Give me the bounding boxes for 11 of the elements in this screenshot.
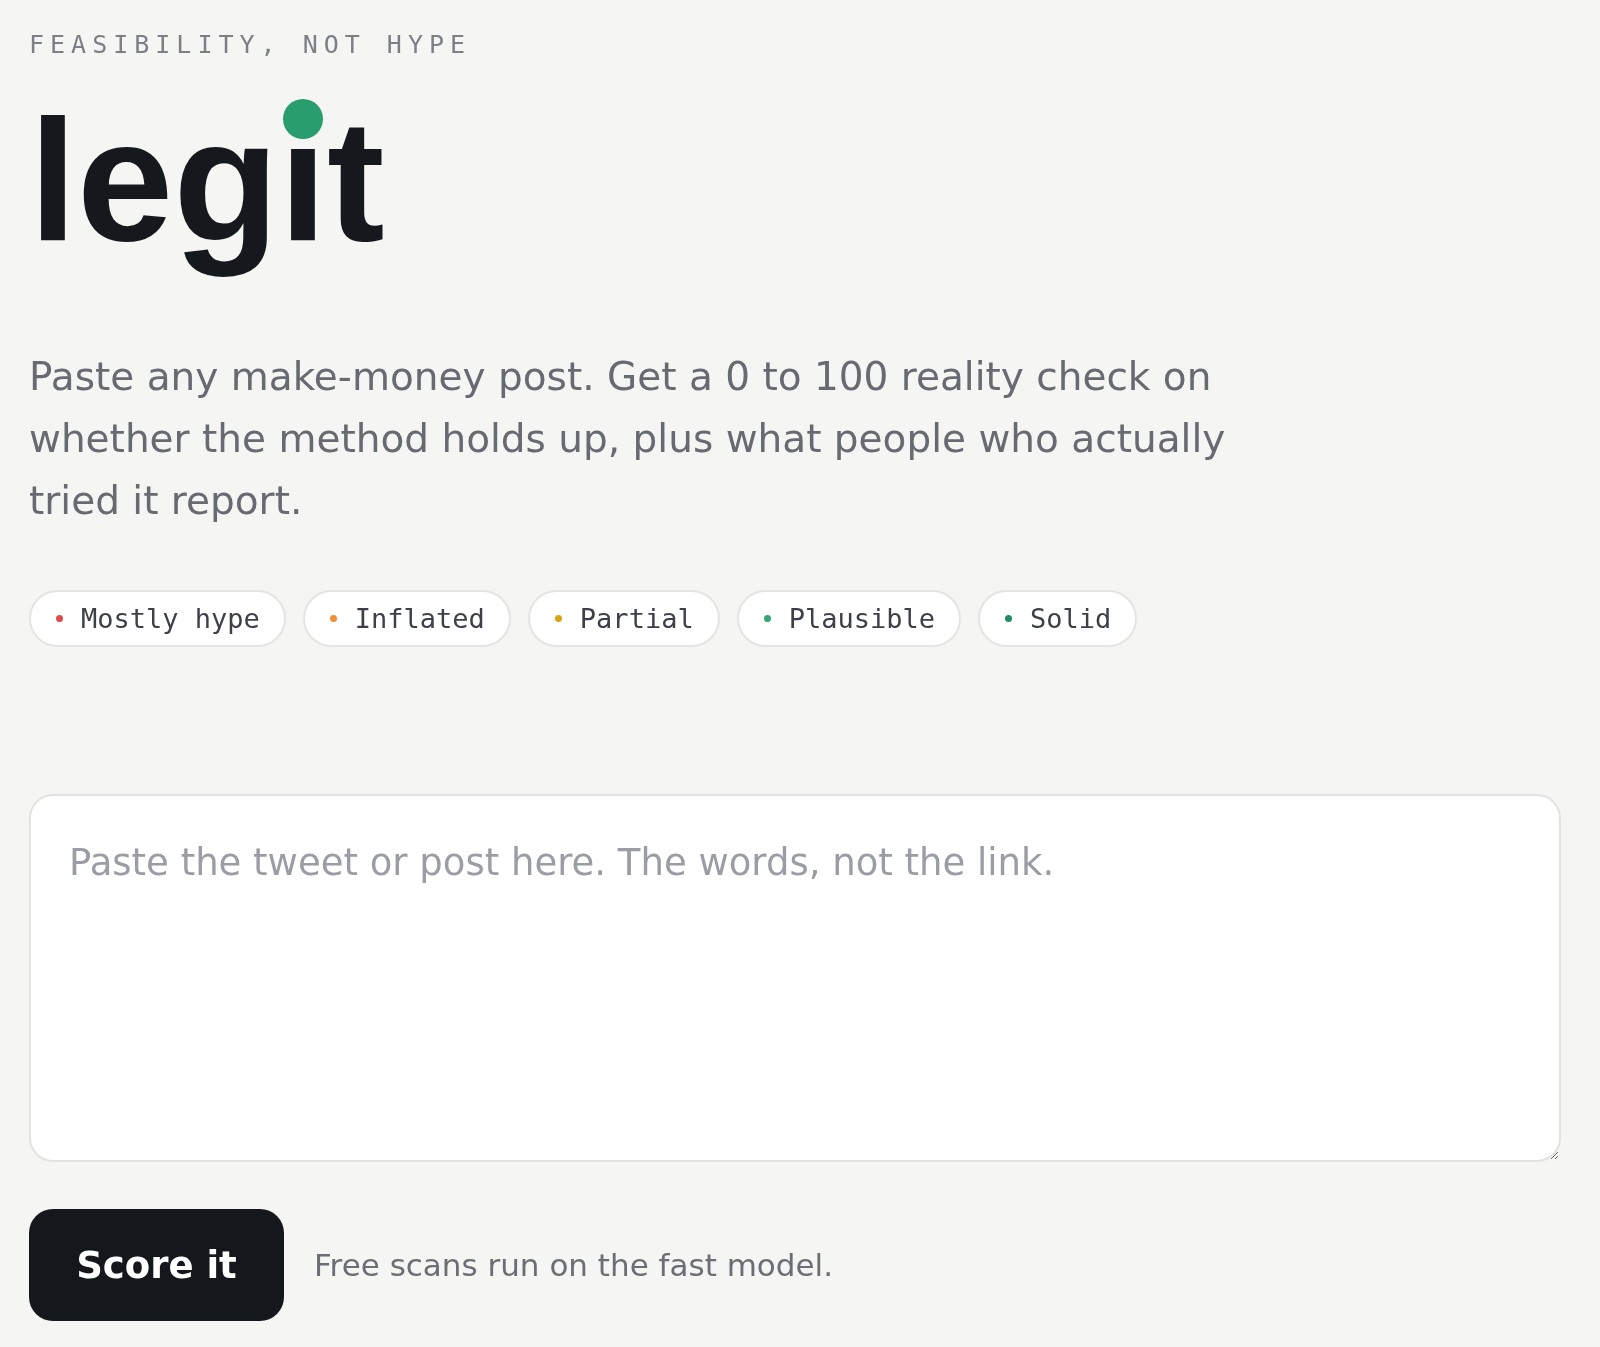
verdict-label: Partial	[579, 602, 694, 635]
logo-wordmark: legit	[29, 82, 385, 279]
verdict-label: Plausible	[788, 602, 935, 635]
intro-paragraph: Paste any make-money post. Get a 0 to 100 reality check on whether the method holds up, plus what people who actually tried it report.	[29, 353, 1227, 525]
post-input-field[interactable]: Paste the tweet or post here. The words, not the link.	[29, 794, 1561, 1162]
model-note: Free scans run on the fast model.	[314, 1246, 834, 1285]
score-button[interactable]: Score it	[29, 1209, 284, 1321]
verdict-label: Inflated	[354, 602, 485, 635]
verdict-label: Solid	[1029, 602, 1112, 635]
tagline: FEASIBILITY, NOT HYPE	[29, 30, 472, 60]
verdict-label: Mostly hype	[81, 602, 260, 635]
